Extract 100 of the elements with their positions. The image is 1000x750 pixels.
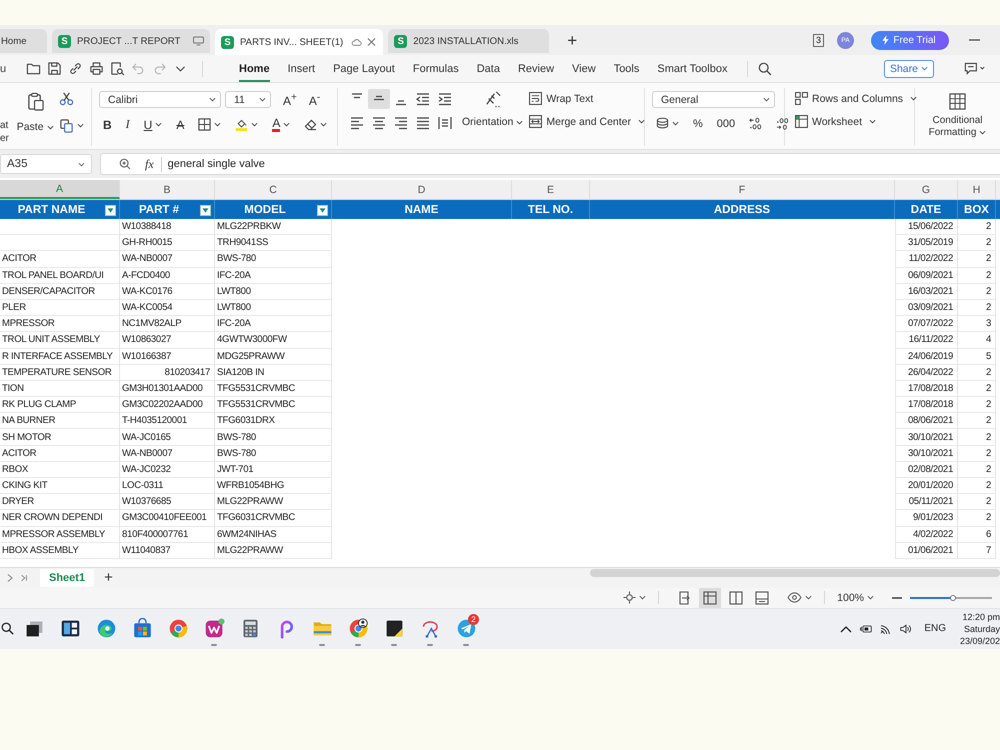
paste-button[interactable]: Paste bbox=[16, 121, 54, 133]
comment-icon[interactable] bbox=[964, 62, 986, 75]
sheet-tab[interactable]: Sheet1 bbox=[40, 568, 94, 587]
filter-button[interactable] bbox=[200, 205, 211, 216]
italic-button[interactable]: I bbox=[126, 117, 130, 132]
column-letter[interactable]: G bbox=[895, 180, 958, 199]
ribbon-tab[interactable]: Data bbox=[476, 55, 500, 82]
document-tab[interactable]: S PARTS INV... SHEET(1) bbox=[215, 29, 384, 55]
zoom-out-icon[interactable] bbox=[892, 596, 902, 599]
caret-icon[interactable] bbox=[805, 595, 812, 600]
column-letter[interactable]: A bbox=[0, 180, 120, 199]
fill-color-icon[interactable] bbox=[235, 118, 248, 131]
language-indicator[interactable]: ENG bbox=[924, 623, 946, 634]
clock-time[interactable]: 12:20 pm bbox=[962, 610, 1000, 623]
copy-icon[interactable] bbox=[59, 118, 74, 133]
column-letter[interactable]: E bbox=[512, 180, 590, 199]
caret-icon[interactable] bbox=[214, 122, 222, 127]
folder-icon[interactable] bbox=[26, 60, 41, 76]
close-icon[interactable] bbox=[366, 37, 378, 47]
ribbon-tab[interactable]: View bbox=[572, 55, 596, 82]
underline-button[interactable]: U bbox=[144, 118, 162, 132]
column-letter[interactable]: B bbox=[120, 180, 215, 199]
insert-function-button[interactable]: fx bbox=[145, 156, 162, 172]
free-trial-button[interactable]: Free Trial bbox=[871, 30, 949, 50]
document-tab[interactable]: S PROJECT ...T REPORT bbox=[52, 29, 210, 53]
font-size-dropdown[interactable]: 11 bbox=[225, 91, 271, 108]
increase-font-button[interactable]: A$^{+}$ bbox=[283, 92, 297, 108]
document-tab[interactable]: Home bbox=[0, 29, 47, 53]
caret-icon[interactable] bbox=[283, 122, 290, 127]
column-header[interactable]: PART # bbox=[120, 200, 215, 219]
crosshair-icon[interactable] bbox=[623, 591, 636, 604]
thousands-separator-button[interactable]: 000 bbox=[716, 118, 736, 130]
column-header[interactable]: ADDRESS bbox=[590, 200, 895, 219]
ribbon-tab[interactable]: Insert bbox=[288, 55, 316, 82]
coin-stack-icon[interactable] bbox=[656, 117, 669, 130]
decrease-decimal-icon[interactable] bbox=[776, 117, 790, 130]
formula-input[interactable]: general single valve bbox=[162, 154, 1000, 174]
caret-icon[interactable] bbox=[77, 123, 84, 128]
volume-icon[interactable] bbox=[900, 624, 912, 634]
column-letter[interactable]: H bbox=[958, 180, 996, 199]
filter-button[interactable] bbox=[317, 205, 328, 216]
conditional-formatting-button[interactable]: Conditional Formatting bbox=[928, 115, 988, 139]
window-count-badge[interactable]: 3 bbox=[812, 34, 824, 46]
font-family-dropdown[interactable]: Calibri bbox=[99, 91, 221, 108]
ribbon-tab[interactable]: Formulas bbox=[412, 55, 459, 82]
orientation-button[interactable]: Orientation bbox=[462, 116, 524, 128]
eraser-icon[interactable] bbox=[304, 118, 318, 131]
clock-day[interactable]: Saturday bbox=[964, 622, 1000, 635]
next-sheet-icon[interactable] bbox=[6, 572, 14, 583]
column-header[interactable]: BOX bbox=[958, 200, 996, 219]
slider-thumb[interactable] bbox=[950, 594, 956, 601]
last-sheet-icon[interactable] bbox=[20, 572, 28, 583]
wrap-text-button[interactable]: Wrap Text bbox=[529, 92, 646, 105]
conditional-formatting-icon[interactable] bbox=[949, 93, 966, 110]
add-sheet-button[interactable]: + bbox=[104, 569, 113, 586]
filter-button[interactable] bbox=[105, 205, 116, 216]
increase-decimal-icon[interactable] bbox=[749, 117, 762, 130]
zoom-level-dropdown[interactable]: 100% bbox=[837, 592, 874, 604]
column-header[interactable]: TEL NO. bbox=[512, 200, 590, 219]
number-format-dropdown[interactable]: General bbox=[652, 91, 775, 108]
wifi-icon[interactable] bbox=[880, 624, 892, 634]
chevron-up-icon[interactable] bbox=[840, 624, 852, 634]
format-painter-button[interactable]: at er bbox=[0, 88, 12, 146]
column-header[interactable]: DATE bbox=[895, 200, 958, 219]
decrease-font-button[interactable]: A$^{-}$ bbox=[308, 92, 320, 108]
caret-icon[interactable] bbox=[672, 121, 679, 126]
new-tab-button[interactable]: + bbox=[567, 31, 578, 51]
share-button[interactable]: Share bbox=[884, 60, 934, 78]
horizontal-scrollbar[interactable] bbox=[590, 568, 1000, 577]
clipboard-icon[interactable] bbox=[26, 92, 44, 111]
caret-icon[interactable] bbox=[320, 122, 328, 127]
column-header[interactable]: PART NAME bbox=[0, 200, 120, 219]
column-letter[interactable]: D bbox=[332, 180, 512, 199]
rows-and-columns-button[interactable]: Rows and Columns bbox=[795, 92, 907, 105]
eye-icon[interactable] bbox=[787, 592, 802, 604]
normal-view-icon[interactable] bbox=[699, 588, 722, 608]
ribbon-tab[interactable]: Tools bbox=[614, 55, 640, 82]
scissors-icon[interactable] bbox=[59, 91, 74, 106]
clock-date[interactable]: 23/09/202 bbox=[960, 634, 1000, 647]
merge-and-center-button[interactable]: Merge and Center bbox=[529, 115, 646, 128]
print-icon[interactable] bbox=[89, 60, 104, 76]
worksheet-button[interactable]: Worksheet bbox=[795, 115, 907, 128]
column-letter[interactable]: F bbox=[590, 180, 895, 199]
link-icon[interactable] bbox=[68, 60, 83, 76]
align-middle-icon[interactable] bbox=[368, 89, 390, 109]
print-preview-icon[interactable] bbox=[110, 60, 125, 76]
ribbon-tab[interactable]: Smart Toolbox bbox=[657, 55, 728, 82]
caret-icon[interactable] bbox=[639, 595, 646, 600]
strikethrough-button[interactable]: A bbox=[176, 118, 184, 132]
save-icon[interactable] bbox=[47, 60, 62, 76]
column-letter[interactable]: C bbox=[215, 180, 332, 199]
name-box[interactable]: A35 bbox=[0, 154, 92, 174]
app-menu-button[interactable]: u bbox=[0, 62, 14, 74]
ribbon-tab[interactable]: Review bbox=[518, 55, 554, 82]
column-header[interactable]: NAME bbox=[332, 200, 512, 219]
minimize-icon[interactable] bbox=[969, 39, 980, 41]
bold-button[interactable]: B bbox=[103, 118, 112, 132]
battery-icon[interactable] bbox=[860, 624, 872, 634]
borders-icon[interactable] bbox=[198, 118, 212, 131]
taskbar-button[interactable]: 2 bbox=[448, 612, 484, 646]
